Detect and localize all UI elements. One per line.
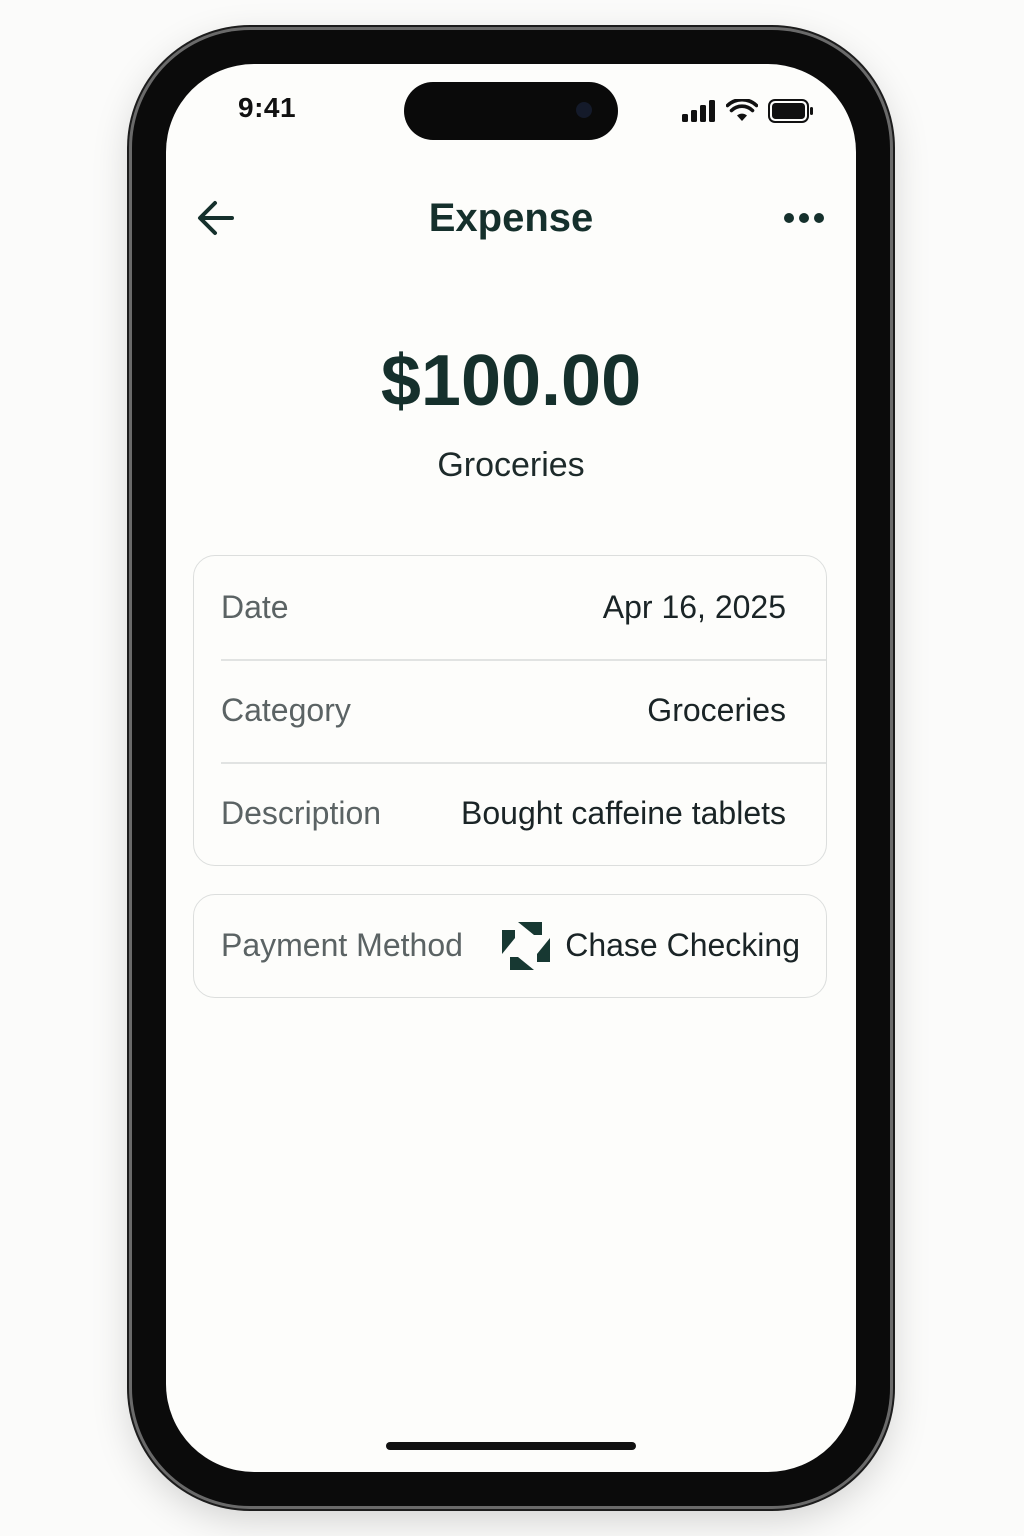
- detail-row-category[interactable]: Category Groceries: [194, 659, 826, 762]
- payment-method-value: Chase Checking: [501, 921, 800, 971]
- chase-logo-icon: [502, 921, 551, 970]
- screen: 9:41 Expense $100.00 Groceries Date Apr …: [166, 64, 856, 1472]
- phone-frame: 9:41 Expense $100.00 Groceries Date Apr …: [132, 30, 890, 1506]
- detail-row-description[interactable]: Description Bought caffeine tablets: [194, 762, 826, 865]
- detail-value: Bought caffeine tablets: [461, 795, 786, 831]
- home-indicator[interactable]: [386, 1442, 636, 1450]
- cellular-signal-icon: [682, 100, 715, 122]
- navigation-bar: Expense: [166, 182, 856, 252]
- battery-icon: [768, 99, 813, 123]
- more-options-button[interactable]: [780, 200, 828, 236]
- payment-method-name: Chase Checking: [565, 927, 800, 963]
- detail-value: Groceries: [647, 692, 786, 728]
- detail-label: Category: [221, 692, 351, 728]
- detail-row-date[interactable]: Date Apr 16, 2025: [194, 556, 826, 659]
- detail-label: Description: [221, 795, 382, 831]
- status-time: 9:41: [238, 92, 297, 123]
- status-bar: 9:41: [166, 64, 856, 154]
- dynamic-island: [404, 82, 618, 140]
- payment-method-label: Payment Method: [221, 927, 463, 963]
- page-title: Expense: [428, 196, 594, 240]
- payment-method-row[interactable]: Payment Method Chase Checking: [194, 895, 826, 996]
- stage: 9:41 Expense $100.00 Groceries Date Apr …: [0, 0, 1024, 1536]
- detail-value: Apr 16, 2025: [602, 589, 786, 625]
- more-horizontal-icon: [784, 213, 824, 223]
- payment-method-card[interactable]: Payment Method Chase Checking: [193, 894, 827, 998]
- wifi-icon: [726, 99, 758, 121]
- expense-category-subtitle: Groceries: [437, 446, 585, 484]
- detail-label: Date: [221, 589, 289, 625]
- front-camera: [576, 102, 592, 118]
- details-card: Date Apr 16, 2025 Category Groceries Des…: [193, 555, 827, 866]
- status-icons: [682, 98, 814, 124]
- expense-amount: $100.00: [380, 341, 642, 421]
